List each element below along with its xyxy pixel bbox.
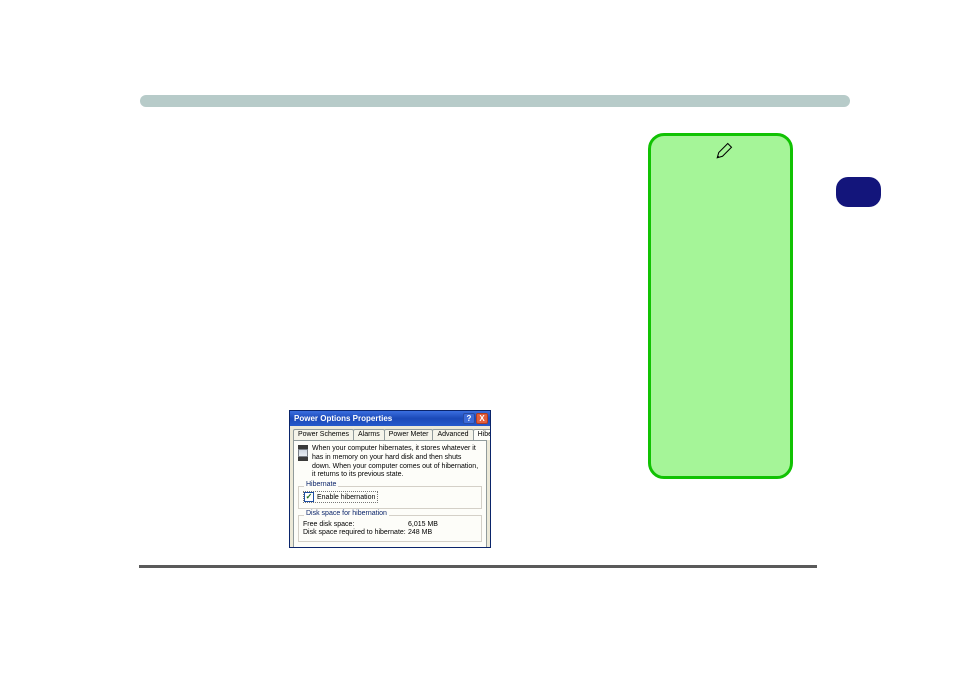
description-row: When your computer hibernates, it stores… [298,445,482,480]
hibernate-group-title: Hibernate [304,481,338,488]
tab-panel-hibernate: When your computer hibernates, it stores… [293,440,487,548]
required-disk-space-value: 248 MB [408,529,432,536]
dialog-title: Power Options Properties [294,414,462,423]
enable-hibernation-label: Enable hibernation [317,494,375,501]
free-disk-space-label: Free disk space: [303,521,408,528]
tab-hibernate[interactable]: Hibernate [473,429,491,440]
required-disk-space-row: Disk space required to hibernate: 248 MB [303,529,477,536]
monitor-sleep-icon [298,445,308,461]
side-tab-pill[interactable] [836,177,881,207]
tab-advanced[interactable]: Advanced [432,429,473,440]
tab-power-schemes[interactable]: Power Schemes [293,429,354,440]
free-disk-space-value: 6,015 MB [408,521,438,528]
tab-alarms[interactable]: Alarms [353,429,385,440]
tab-power-meter[interactable]: Power Meter [384,429,434,440]
close-button[interactable]: X [476,413,488,424]
power-options-dialog: Power Options Properties ? X Power Schem… [289,410,491,548]
footer-divider [139,565,817,568]
description-text: When your computer hibernates, it stores… [312,445,482,480]
header-bar [140,95,850,107]
help-button[interactable]: ? [463,413,475,424]
tab-strip: Power Schemes Alarms Power Meter Advance… [290,426,490,440]
enable-hibernation-checkbox-row[interactable]: ✓ Enable hibernation [303,491,378,503]
note-card [648,133,793,479]
free-disk-space-row: Free disk space: 6,015 MB [303,521,477,528]
required-disk-space-label: Disk space required to hibernate: [303,529,408,536]
dialog-titlebar[interactable]: Power Options Properties ? X [290,411,490,426]
hibernate-groupbox: Hibernate ✓ Enable hibernation [298,486,482,509]
disk-space-groupbox: Disk space for hibernation Free disk spa… [298,515,482,542]
pen-icon [714,142,734,160]
disk-space-group-title: Disk space for hibernation [304,510,389,517]
checkbox-check-icon[interactable]: ✓ [304,492,314,502]
